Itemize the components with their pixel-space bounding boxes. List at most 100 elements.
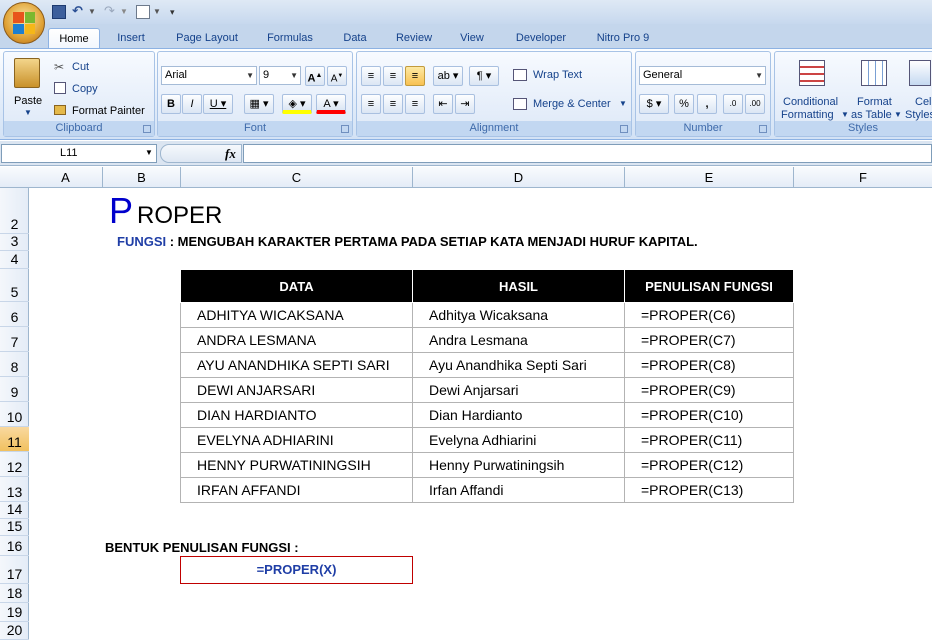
- align-left-icon[interactable]: ≡: [361, 94, 381, 114]
- column-header-c[interactable]: C: [181, 167, 413, 188]
- italic-button[interactable]: I: [182, 94, 202, 114]
- font-color-button[interactable]: A ▾: [316, 94, 346, 114]
- number-dialog-launcher-icon[interactable]: [759, 125, 767, 133]
- row-header-19[interactable]: 19: [0, 603, 29, 622]
- hasil-cell[interactable]: Irfan Affandi: [412, 477, 625, 503]
- tab-data[interactable]: Data: [334, 28, 376, 48]
- hasil-cell[interactable]: Henny Purwatiningsih: [412, 452, 625, 478]
- row-header-10[interactable]: 10: [0, 402, 29, 427]
- row-header-2[interactable]: 2: [0, 188, 29, 234]
- row-header-18[interactable]: 18: [0, 584, 29, 603]
- formula-cell[interactable]: =PROPER(C12): [624, 452, 794, 478]
- conditional-formatting-sub[interactable]: Formatting: [781, 109, 834, 121]
- increase-decimal-icon[interactable]: .0: [723, 94, 743, 114]
- formula-input[interactable]: [243, 144, 932, 163]
- font-name-combo[interactable]: Arial ▼: [161, 66, 257, 85]
- data-cell[interactable]: EVELYNA ADHIARINI: [180, 427, 413, 453]
- print-preview-icon[interactable]: [136, 5, 150, 19]
- borders-button[interactable]: ▦ ▾: [244, 94, 274, 114]
- formula-cell[interactable]: =PROPER(C13): [624, 477, 794, 503]
- worksheet[interactable]: P ROPER FUNGSI : MENGUBAH KARAKTER PERTA…: [29, 188, 932, 640]
- underline-button[interactable]: U ▾: [203, 94, 233, 114]
- data-cell[interactable]: AYU ANANDHIKA SEPTI SARI: [180, 352, 413, 378]
- tab-insert[interactable]: Insert: [108, 28, 154, 48]
- tab-view[interactable]: View: [450, 28, 494, 48]
- print-preview-dropdown-icon[interactable]: ▼: [153, 5, 167, 19]
- merge-center-button[interactable]: Merge & Center: [533, 98, 611, 110]
- formula-cell[interactable]: =PROPER(C8): [624, 352, 794, 378]
- orientation-icon[interactable]: ab ▾: [433, 66, 463, 86]
- column-header-d[interactable]: D: [413, 167, 625, 188]
- formula-cell[interactable]: =PROPER(C7): [624, 327, 794, 353]
- formula-cell[interactable]: =PROPER(C9): [624, 377, 794, 403]
- grow-font-button[interactable]: A▲: [305, 66, 325, 86]
- merge-center-dropdown-icon[interactable]: ▼: [619, 99, 627, 108]
- hasil-cell[interactable]: Dian Hardianto: [412, 402, 625, 428]
- copy-button[interactable]: Copy: [72, 83, 98, 95]
- formula-cell[interactable]: =PROPER(C10): [624, 402, 794, 428]
- name-box-dropdown-icon[interactable]: ▼: [145, 148, 153, 157]
- paste-button[interactable]: Paste: [14, 95, 42, 107]
- customize-qat-icon[interactable]: ▾: [170, 5, 184, 19]
- name-box[interactable]: L11: [1, 144, 157, 163]
- wrap-text-button[interactable]: Wrap Text: [533, 69, 582, 81]
- row-header-5[interactable]: 5: [0, 269, 29, 302]
- decrease-indent-icon[interactable]: ⇤: [433, 94, 453, 114]
- decrease-decimal-icon[interactable]: .00: [745, 94, 765, 114]
- hasil-cell[interactable]: Andra Lesmana: [412, 327, 625, 353]
- tab-review[interactable]: Review: [388, 28, 440, 48]
- fx-icon[interactable]: fx: [225, 146, 236, 162]
- hasil-cell[interactable]: Adhitya Wicaksana: [412, 302, 625, 328]
- office-button[interactable]: [3, 2, 45, 44]
- row-header-6[interactable]: 6: [0, 302, 29, 327]
- shrink-font-button[interactable]: A▼: [327, 66, 347, 86]
- hasil-cell[interactable]: Evelyna Adhiarini: [412, 427, 625, 453]
- paste-dropdown-icon[interactable]: ▼: [24, 108, 32, 117]
- row-header-11[interactable]: 11: [0, 427, 29, 452]
- row-header-12[interactable]: 12: [0, 452, 29, 477]
- row-header-16[interactable]: 16: [0, 536, 29, 556]
- row-header-13[interactable]: 13: [0, 477, 29, 502]
- tab-nitro-pro[interactable]: Nitro Pro 9: [586, 28, 660, 48]
- column-header-a[interactable]: A: [29, 167, 103, 188]
- paste-icon[interactable]: [14, 58, 40, 88]
- tab-developer[interactable]: Developer: [506, 28, 576, 48]
- row-header-8[interactable]: 8: [0, 352, 29, 377]
- column-header-b[interactable]: B: [103, 167, 181, 188]
- column-header-e[interactable]: E: [625, 167, 794, 188]
- font-dialog-launcher-icon[interactable]: [341, 125, 349, 133]
- align-bottom-icon[interactable]: ≡: [405, 66, 425, 86]
- row-header-7[interactable]: 7: [0, 327, 29, 352]
- align-middle-icon[interactable]: ≡: [383, 66, 403, 86]
- fill-color-button[interactable]: ◈ ▾: [282, 94, 312, 114]
- cut-button[interactable]: Cut: [72, 61, 89, 73]
- data-cell[interactable]: ANDRA LESMANA: [180, 327, 413, 353]
- row-header-17[interactable]: 17: [0, 556, 29, 584]
- tab-formulas[interactable]: Formulas: [258, 28, 322, 48]
- increase-indent-icon[interactable]: ⇥: [455, 94, 475, 114]
- header-hasil[interactable]: HASIL: [412, 269, 625, 303]
- header-penulisan-fungsi[interactable]: PENULISAN FUNGSI: [624, 269, 794, 303]
- number-format-combo[interactable]: General ▼: [639, 66, 766, 85]
- cell-styles-sub[interactable]: Styles: [905, 109, 932, 121]
- align-center-icon[interactable]: ≡: [383, 94, 403, 114]
- clipboard-dialog-launcher-icon[interactable]: [143, 125, 151, 133]
- column-header-f[interactable]: F: [794, 167, 932, 188]
- save-icon[interactable]: [52, 5, 66, 19]
- tab-home[interactable]: Home: [48, 28, 100, 48]
- align-right-icon[interactable]: ≡: [405, 94, 425, 114]
- data-cell[interactable]: HENNY PURWATININGSIH: [180, 452, 413, 478]
- undo-icon[interactable]: ↶: [72, 4, 86, 19]
- align-top-icon[interactable]: ≡: [361, 66, 381, 86]
- format-as-table-button[interactable]: Format: [857, 96, 892, 108]
- row-header-4[interactable]: 4: [0, 251, 29, 269]
- percent-icon[interactable]: %: [674, 94, 694, 114]
- row-header-14[interactable]: 14: [0, 501, 29, 519]
- text-direction-icon[interactable]: ¶ ▾: [469, 66, 499, 86]
- row-header-20[interactable]: 20: [0, 622, 29, 640]
- row-header-15[interactable]: 15: [0, 518, 29, 536]
- row-header-3[interactable]: 3: [0, 233, 29, 251]
- tab-page-layout[interactable]: Page Layout: [168, 28, 246, 48]
- font-size-combo[interactable]: 9 ▼: [259, 66, 301, 85]
- syntax-formula-cell[interactable]: =PROPER(X): [180, 556, 413, 584]
